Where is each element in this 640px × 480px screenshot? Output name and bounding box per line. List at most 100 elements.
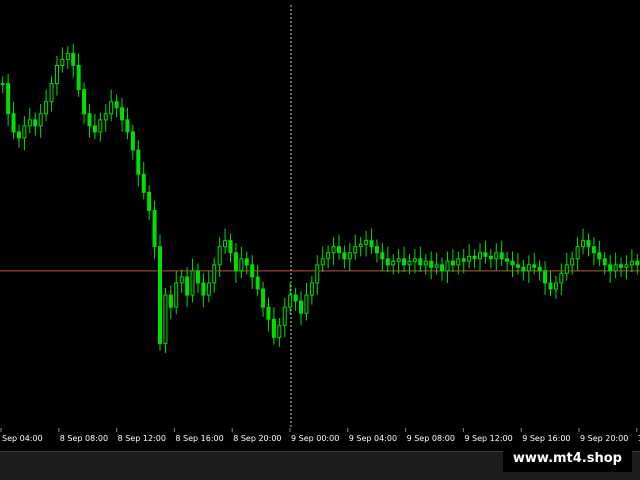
candle-body [309, 282, 314, 296]
candle-body [347, 252, 352, 260]
candle-body [526, 264, 531, 272]
candle-body [179, 276, 184, 284]
candle-body [331, 246, 336, 254]
candle-body [255, 276, 260, 290]
candle-body [49, 83, 54, 103]
candle-body [261, 288, 266, 308]
candle-body [407, 260, 412, 266]
candle-body [54, 64, 59, 85]
candle-body [71, 52, 76, 66]
x-tick-label: 9 Sep 20:00 [580, 434, 628, 443]
candle-body [239, 258, 244, 272]
candle-body [472, 255, 477, 260]
candle-body [478, 252, 482, 260]
candle-body [76, 64, 81, 91]
candle-body [391, 260, 396, 266]
candle-body [299, 300, 304, 314]
candle-body [136, 149, 141, 175]
candle-body [114, 101, 119, 109]
candle-body [608, 264, 613, 272]
candle-body [293, 294, 298, 302]
candle-body [499, 252, 504, 260]
x-tick-label: 8 Sep 12:00 [118, 434, 166, 443]
candle-body [163, 294, 168, 344]
candle-body [402, 258, 407, 266]
candle-body [591, 246, 596, 254]
candle-body [619, 264, 624, 268]
candle-body [38, 113, 43, 127]
candle-body [505, 258, 510, 262]
candle-body [244, 258, 249, 266]
candle-body [0, 83, 5, 86]
candle-body [369, 240, 374, 248]
candle-body [358, 243, 363, 248]
watermark: www.mt4.shop [502, 446, 632, 472]
candle-body [629, 260, 634, 266]
candle-body [440, 264, 445, 272]
candle-body [467, 255, 472, 262]
candle-body [6, 83, 11, 115]
candle-body [483, 252, 488, 257]
candle-body [613, 264, 618, 272]
candle-body [87, 113, 92, 127]
candle-body [575, 246, 580, 260]
candle-body [223, 240, 228, 248]
candle-body [125, 119, 130, 133]
candle-body [82, 89, 87, 115]
candle-body [266, 306, 271, 320]
candle-body [33, 119, 38, 127]
x-tick-label: 8 Sep 08:00 [60, 434, 108, 443]
chart-svg: Sep 04:00 8 Sep 08:00 8 Sep 12:00 8 Sep 16:… [0, 5, 640, 443]
candle-body [635, 260, 640, 266]
candle-body [304, 294, 309, 314]
candle-body [109, 101, 114, 115]
candle-body [418, 258, 423, 266]
candle-body [120, 107, 125, 121]
candle-body [521, 266, 526, 272]
candle-body [44, 101, 49, 115]
candle-body [103, 113, 108, 121]
candle-body [336, 246, 341, 254]
x-tick-label: Sep 04:00 [2, 434, 43, 443]
candle-body [456, 258, 461, 266]
candle-body [494, 252, 499, 260]
candle-body [22, 125, 27, 139]
candle-body [429, 260, 434, 268]
candle-body [152, 209, 157, 248]
x-tick-label: 9 Sep 08:00 [407, 434, 455, 443]
candle-body [510, 260, 515, 266]
candle-body [423, 260, 428, 266]
price-chart[interactable]: Sep 04:00 8 Sep 08:00 8 Sep 12:00 8 Sep 16:… [0, 0, 640, 451]
candle-body [250, 264, 255, 278]
candle-body [342, 252, 347, 260]
candle-body [570, 258, 575, 266]
candle-body [11, 113, 16, 133]
candle-body [228, 240, 233, 254]
candle-body [174, 282, 179, 308]
candle-body [434, 264, 439, 268]
candle-body [206, 282, 211, 296]
x-tick-label: 9 Sep 00:00 [291, 434, 339, 443]
candle-body [374, 246, 379, 254]
candle-body [233, 252, 238, 272]
candle-body [553, 282, 558, 290]
candle-body [141, 173, 146, 193]
candle-body [385, 258, 390, 266]
candle-body [597, 252, 602, 260]
candle-body [288, 294, 293, 308]
candle-body [581, 240, 586, 248]
candle-body [271, 318, 276, 338]
candle-body [532, 264, 537, 268]
candle-body [445, 260, 450, 272]
candle-body [315, 264, 320, 284]
candle-body [217, 246, 222, 266]
candle-body [92, 125, 97, 133]
candle-body [277, 324, 282, 338]
candle-body [543, 270, 548, 284]
candle-body [624, 264, 629, 268]
candle-body [16, 131, 21, 139]
candle-body [185, 276, 190, 296]
x-tick-label: 9 Sep 16:00 [522, 434, 570, 443]
candle-body [326, 252, 331, 260]
candle-body [488, 255, 493, 260]
